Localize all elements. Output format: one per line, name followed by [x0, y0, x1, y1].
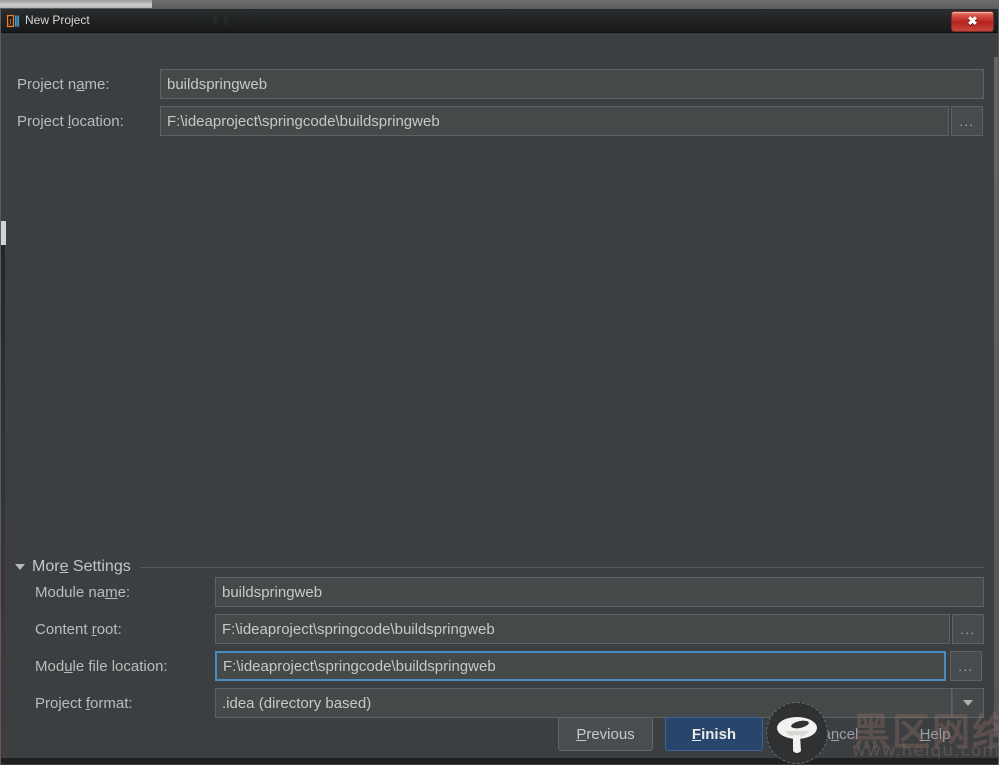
module-name-label: Module name: — [35, 584, 215, 601]
chevron-down-icon[interactable] — [952, 688, 984, 718]
cancel-button[interactable]: Cancel — [791, 717, 879, 751]
help-button-label: Help — [920, 726, 951, 743]
chevron-down-icon — [15, 564, 25, 570]
dialog-button-bar: Previous Finish Cancel Help — [1, 717, 998, 757]
more-settings-label: More Settings — [32, 558, 131, 576]
left-edge-highlight — [1, 221, 6, 245]
module-file-location-input[interactable]: F:\ideaproject\springcode\buildspringweb — [215, 651, 946, 681]
help-button[interactable]: Help — [891, 717, 979, 751]
module-name-row: Module name: buildspringweb — [35, 577, 984, 607]
project-format-row: Project format: .idea (directory based) — [35, 688, 984, 718]
previous-button-label: Previous — [576, 726, 634, 743]
content-root-browse-button[interactable]: ... — [952, 614, 984, 644]
right-edge-sliver — [994, 57, 998, 735]
dialog-title-bar[interactable]: · · | | · · · · · · J New Project ✖ — [1, 9, 998, 33]
project-location-browse-button[interactable]: ... — [951, 106, 983, 136]
finish-button[interactable]: Finish — [665, 717, 763, 751]
dialog-title: New Project — [25, 13, 90, 27]
new-project-dialog: · · | | · · · · · · J New Project ✖ Proj… — [0, 8, 999, 765]
cancel-button-label: Cancel — [812, 726, 859, 743]
close-icon[interactable]: ✖ — [951, 11, 994, 32]
more-settings-toggle[interactable]: More Settings — [15, 555, 984, 579]
project-location-input[interactable]: F:\ideaproject\springcode\buildspringweb — [160, 106, 949, 136]
project-format-select[interactable]: .idea (directory based) — [215, 688, 952, 718]
previous-button[interactable]: Previous — [558, 717, 653, 751]
module-name-input[interactable]: buildspringweb — [215, 577, 984, 607]
project-name-row: Project name: buildspringweb — [17, 69, 984, 99]
project-location-label: Project location: — [17, 113, 160, 130]
combo-arrow-glyph — [963, 700, 973, 706]
svg-text:J: J — [9, 18, 12, 27]
left-edge-shadow — [1, 245, 5, 765]
project-format-label: Project format: — [35, 695, 215, 712]
intellij-idea-icon: J — [6, 14, 20, 28]
project-location-row: Project location: F:\ideaproject\springc… — [17, 106, 984, 136]
finish-button-label: Finish — [692, 726, 736, 743]
dialog-content: Project name: buildspringweb Project loc… — [1, 33, 998, 765]
module-file-location-label: Module file location: — [35, 658, 215, 675]
close-glyph: ✖ — [967, 14, 977, 29]
background-ghost-text: · · | | · · · · · · — [191, 12, 297, 26]
dialog-bottom-edge — [1, 758, 998, 764]
content-root-input[interactable]: F:\ideaproject\springcode\buildspringweb — [215, 614, 950, 644]
content-root-label: Content root: — [35, 621, 215, 638]
module-file-location-browse-button[interactable]: ... — [950, 651, 982, 681]
content-root-row: Content root: F:\ideaproject\springcode\… — [35, 614, 984, 644]
more-settings-separator — [141, 567, 984, 568]
module-file-location-row: Module file location: F:\ideaproject\spr… — [35, 651, 984, 681]
project-name-input[interactable]: buildspringweb — [160, 69, 984, 99]
project-name-label: Project name: — [17, 76, 160, 93]
